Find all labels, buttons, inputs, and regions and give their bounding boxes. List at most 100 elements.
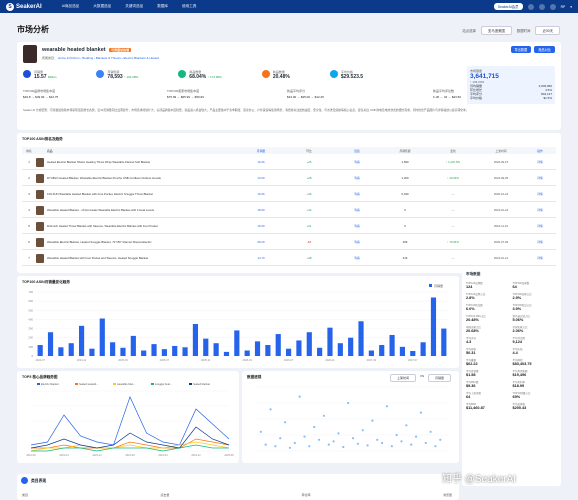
bar	[141, 350, 147, 356]
nav-item-bigdata[interactable]: 大数据选品	[93, 4, 111, 9]
rank-cell: 7	[28, 256, 30, 260]
bar	[78, 325, 85, 356]
link-cell[interactable]: 查看	[333, 224, 381, 228]
product-thumbnail[interactable]	[36, 253, 44, 263]
detail-button[interactable]: 详情	[525, 208, 555, 212]
y-tick-label: 200	[28, 336, 33, 340]
link-cell[interactable]: 查看	[333, 192, 381, 196]
detail-button[interactable]: 详情	[525, 160, 555, 164]
product-title-cell[interactable]: KOLSUN Wearable Heated Blanket with Foot…	[47, 192, 237, 196]
change-cell: +44	[306, 208, 312, 212]
rank-cell: 1	[28, 160, 30, 164]
product-title-cell[interactable]: Wearable Heated Blanket - 10 Hot Heats W…	[47, 208, 237, 212]
scatter-point	[395, 433, 398, 437]
product-thumbnail[interactable]	[36, 173, 44, 183]
metric-value: 20.48%	[272, 74, 290, 80]
nav-item-database[interactable]: 数据库	[157, 4, 168, 9]
date-cell: 2020-10-24	[493, 192, 509, 196]
nav-item-tools[interactable]: 使用工具	[182, 4, 196, 9]
site-select[interactable]: 亚马逊美国	[480, 26, 512, 35]
table-row[interactable]: 6 Wearable Electric Blanket, Heated Snugg…	[22, 235, 556, 250]
category-path[interactable]: Home & Kitchen › Bedding › Blankets & Th…	[58, 56, 159, 60]
link-cell[interactable]: 查看	[333, 256, 381, 260]
member-badge[interactable]: SeakerAI会员	[493, 3, 523, 10]
market-stat: 美国卖家占比 2.06%	[513, 325, 558, 333]
product-title-cell[interactable]: Ruhmich Heated Throw Blanket with Sleeve…	[47, 224, 237, 228]
brand-logo[interactable]: S SeakerAI	[6, 2, 42, 11]
help-icon[interactable]	[538, 3, 545, 10]
revenue-cell: 419	[402, 256, 408, 260]
product-thumbnail[interactable]	[36, 237, 44, 247]
period-select[interactable]: 近30天	[535, 26, 560, 35]
scatter-point	[322, 414, 325, 417]
export-button[interactable]: 导出数据	[510, 46, 532, 53]
product-title-cell[interactable]: Wearable Electric Blanket, Heated Snuggi…	[47, 240, 237, 244]
product-title-cell[interactable]: Heated Electric Blanket Shawl, Heating T…	[47, 160, 237, 164]
header-buttons: 导出数据 竞品对比	[510, 46, 555, 53]
revenue-cell: 0	[404, 208, 406, 212]
metric-value-text: 78,593	[107, 74, 123, 80]
change-cell: -18	[306, 240, 312, 244]
legend-swatch	[429, 284, 432, 287]
bar	[182, 347, 188, 356]
bar	[285, 348, 292, 356]
table-row[interactable]: 2 RYUBLO Heated Blanket, Wearable Electri…	[22, 171, 556, 186]
product-thumbnail[interactable]	[36, 221, 44, 231]
stat-value: 64	[466, 395, 471, 399]
table-row[interactable]: 3 KOLSUN Wearable Heated Blanket with Foo…	[22, 187, 556, 202]
legend-swatch	[75, 383, 78, 385]
bar	[327, 327, 333, 356]
change2-cell: —	[451, 208, 455, 212]
table-row[interactable]: 4 Wearable Heated Blanket - 10 Hot Heats …	[22, 203, 556, 218]
metric-value-text: 68.04%	[189, 74, 207, 80]
change2-cell: ↑ 1,267.5%	[446, 160, 460, 164]
stat-value: 64	[512, 285, 517, 289]
table-row[interactable]: 1 Heated Electric Blanket Shawl, Heating …	[22, 155, 556, 170]
col-header[interactable]: 月销量	[237, 149, 285, 153]
table-row[interactable]: 7 Wearable Heated Blanket with Foot Pocke…	[22, 251, 556, 266]
chevron-down-icon[interactable]: ▾	[570, 5, 572, 9]
x-tick-label: 2025-03	[118, 358, 128, 362]
legend-label: snuggie heat...	[155, 382, 172, 386]
brand-trend-chart-card: TOP5 核心品牌趋势图 Electric blanket heated wear…	[17, 371, 239, 463]
category-prefix: 所属类目	[42, 56, 55, 60]
product-thumbnail[interactable]	[36, 205, 44, 215]
user-name[interactable]: RP	[561, 5, 566, 9]
detail-button[interactable]: 详情	[525, 240, 555, 244]
table-row[interactable]: 5 Ruhmich Heated Throw Blanket with Sleev…	[22, 219, 556, 234]
nav-item-keyword[interactable]: 关键词选品	[125, 4, 143, 9]
col-header[interactable]: 环比	[285, 149, 333, 153]
scatter-point	[410, 443, 413, 446]
link-cell[interactable]: 查看	[333, 176, 381, 180]
detail-button[interactable]: 详情	[525, 176, 555, 180]
bar	[430, 297, 437, 356]
scatter-point	[351, 437, 355, 440]
metric-delta: Million	[47, 75, 57, 79]
product-title-cell[interactable]: Wearable Heated Blanket with Foot Pocket…	[47, 256, 237, 260]
market-stat: 平均星级 50.31	[466, 347, 511, 355]
nav-item-ai-selection[interactable]: Ai商品选品	[62, 4, 80, 9]
product-thumbnail[interactable]	[36, 157, 44, 167]
avatar[interactable]	[549, 3, 556, 10]
bar	[317, 347, 323, 356]
col-header[interactable]: 变化	[429, 149, 477, 153]
bar	[110, 342, 116, 356]
change-cell: +48	[306, 256, 312, 260]
link-cell[interactable]: 查看	[333, 160, 381, 164]
col-header[interactable]: 上架时间	[477, 149, 525, 153]
detail-button[interactable]: 详情	[525, 192, 555, 196]
bell-icon[interactable]	[527, 3, 534, 10]
market-stat: TOP100品牌数 124	[466, 281, 511, 289]
rank-cell: 2	[28, 176, 30, 180]
product-title-cell[interactable]: RYUBLO Heated Blanket, Wearable Electric…	[47, 176, 237, 180]
market-stat: 中国卖家占比 20.68%	[466, 325, 511, 333]
link-cell[interactable]: 查看	[333, 240, 381, 244]
product-thumbnail[interactable]	[36, 189, 44, 199]
detail-button[interactable]: 详情	[525, 224, 555, 228]
col-header[interactable]: 月销售额	[381, 149, 429, 153]
detail-button[interactable]: 详情	[525, 256, 555, 260]
link-cell[interactable]: 查看	[333, 208, 381, 212]
market-stat: 平均体积 $83,403.75	[513, 358, 558, 366]
compare-button[interactable]: 竞品对比	[534, 46, 555, 53]
new-product-icon	[261, 70, 270, 78]
